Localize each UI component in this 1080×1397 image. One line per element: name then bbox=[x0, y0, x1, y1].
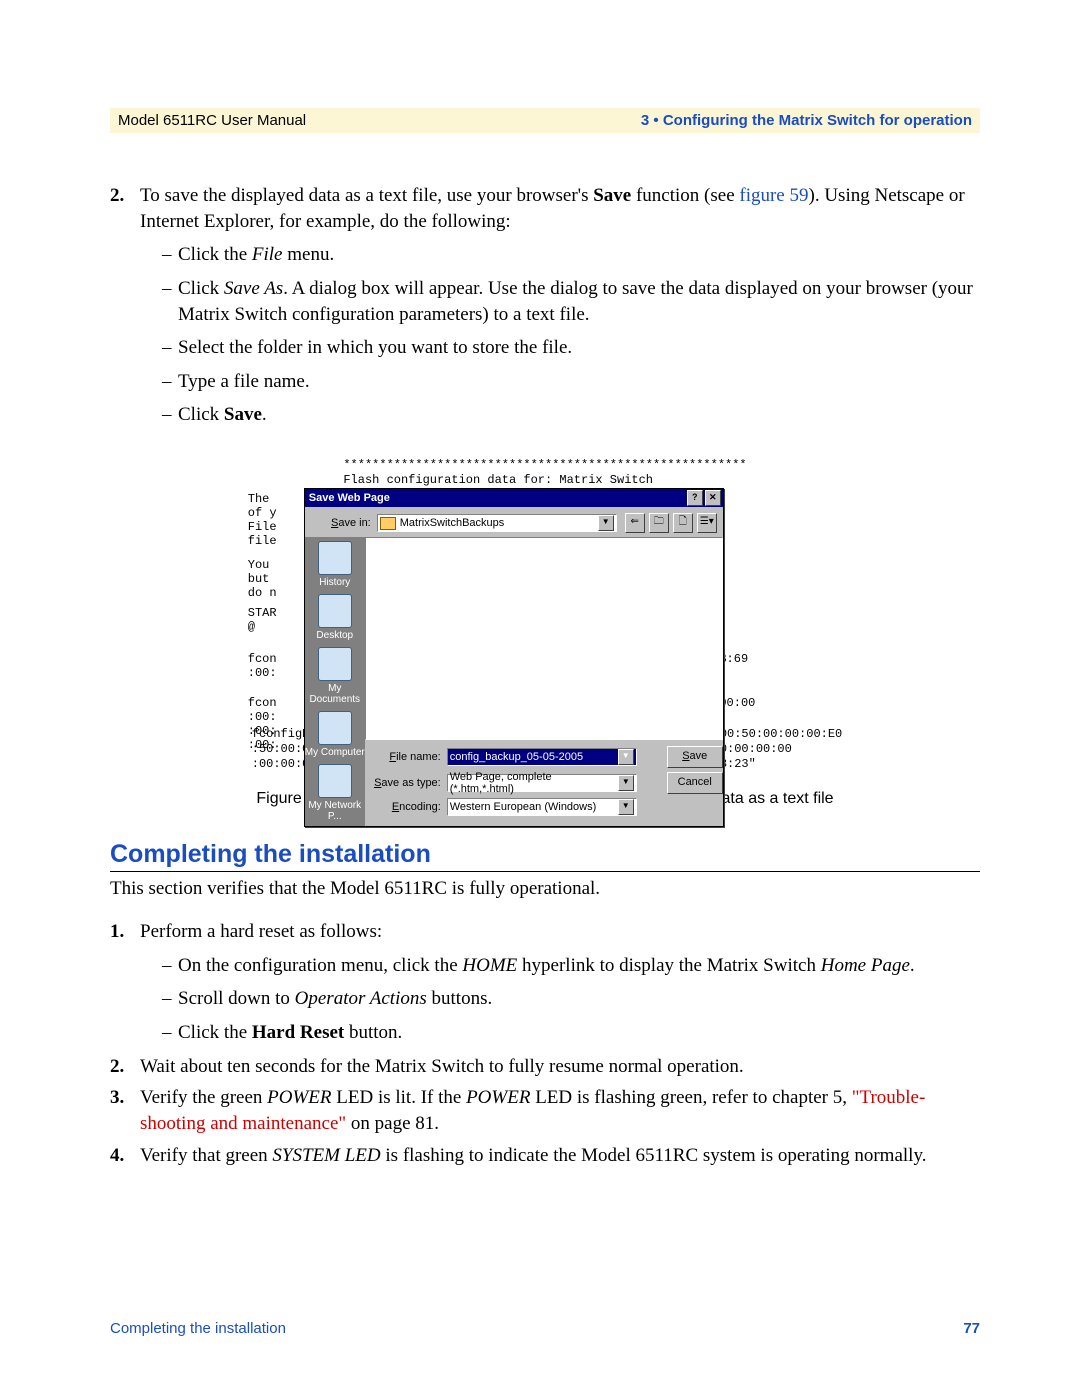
chevron-down-icon[interactable]: ▼ bbox=[618, 749, 634, 765]
bg-text: STAR bbox=[248, 606, 277, 620]
sidebar-mycomp[interactable]: My Computer bbox=[305, 711, 365, 758]
save-button[interactable]: Save bbox=[667, 746, 723, 768]
bg-text: File bbox=[248, 520, 277, 534]
bg-text: The bbox=[248, 492, 270, 506]
step-2: 2. To save the displayed data as a text … bbox=[110, 183, 980, 428]
body: 2. To save the displayed data as a text … bbox=[110, 183, 980, 428]
step2-bullet-4: Type a file name. bbox=[162, 369, 980, 395]
step2-text: To save the displayed data as a text fil… bbox=[140, 185, 965, 232]
computer-icon bbox=[318, 711, 352, 745]
sidebar-mynet[interactable]: My Network P... bbox=[305, 764, 365, 822]
help-button[interactable]: ? bbox=[687, 490, 703, 506]
bg-text: fcon bbox=[248, 696, 277, 710]
nav-up-icon[interactable]: 🗀 bbox=[649, 513, 669, 533]
step-number: 2. bbox=[110, 183, 124, 209]
s1-bullet-1: On the configuration menu, click the HOM… bbox=[162, 953, 980, 979]
bg-text: :00: bbox=[248, 666, 277, 680]
figure-59: ****************************************… bbox=[110, 458, 980, 808]
step2-bullet-5: Click Save. bbox=[162, 402, 980, 428]
chevron-down-icon[interactable]: ▼ bbox=[618, 799, 634, 815]
bg-text: :00: bbox=[248, 738, 277, 752]
sidebar-desktop[interactable]: Desktop bbox=[305, 594, 365, 641]
section-heading: Completing the installation bbox=[110, 840, 980, 872]
figure-link[interactable]: figure 59 bbox=[739, 185, 808, 206]
chevron-down-icon[interactable]: ▼ bbox=[618, 775, 634, 791]
cancel-button[interactable]: Cancel bbox=[667, 772, 723, 794]
encoding-combo[interactable]: Western European (Windows) ▼ bbox=[447, 798, 637, 816]
bg-text: :00: bbox=[248, 710, 277, 724]
step-4-completing: 4. Verify that green SYSTEM LED is flash… bbox=[110, 1143, 980, 1169]
page: Model 6511RC User Manual 3 • Configuring… bbox=[0, 0, 1080, 1397]
page-number: 77 bbox=[963, 1320, 980, 1337]
chapter-title: 3 • Configuring the Matrix Switch for op… bbox=[641, 112, 972, 129]
close-button[interactable]: ✕ bbox=[705, 490, 721, 506]
desktop-icon bbox=[318, 594, 352, 628]
save-dialog: Save Web Page ? ✕ Save in: MatrixSwitchB… bbox=[304, 488, 724, 827]
places-sidebar: History Desktop My Documents My Computer… bbox=[305, 537, 365, 826]
step2-bullet-1: Click the File menu. bbox=[162, 242, 980, 268]
section-intro: This section verifies that the Model 651… bbox=[110, 878, 980, 900]
save-in-row: Save in: MatrixSwitchBackups ▼ ⇐ 🗀 🗋 ☰▾ bbox=[305, 507, 723, 537]
bg-text: of y bbox=[248, 506, 277, 520]
s1-bullet-2: Scroll down to Operator Actions buttons. bbox=[162, 986, 980, 1012]
page-header: Model 6511RC User Manual 3 • Configuring… bbox=[110, 108, 980, 133]
nav-back-icon[interactable]: ⇐ bbox=[625, 513, 645, 533]
sidebar-history[interactable]: History bbox=[305, 541, 365, 588]
filename-input[interactable]: config_backup_05-05-2005 ▼ bbox=[447, 748, 637, 766]
save-in-combo[interactable]: MatrixSwitchBackups ▼ bbox=[377, 514, 617, 532]
bg-text: do n bbox=[248, 586, 277, 600]
step-3-completing: 3. Verify the green POWER LED is lit. If… bbox=[110, 1085, 980, 1136]
nav-views-icon[interactable]: ☰▾ bbox=[697, 513, 717, 533]
save-in-label: Save in: bbox=[311, 517, 377, 529]
saveas-label: Save as type: bbox=[371, 777, 447, 789]
step-number: 4. bbox=[110, 1143, 124, 1169]
bg-text: You bbox=[248, 558, 270, 572]
encoding-label: Encoding: bbox=[371, 801, 447, 813]
dialog-title: Save Web Page bbox=[309, 492, 390, 504]
file-list-pane[interactable] bbox=[365, 537, 723, 740]
step2-bullet-2: Click Save As. A dialog box will appear.… bbox=[162, 276, 980, 327]
footer-section: Completing the installation bbox=[110, 1320, 286, 1337]
step-1-completing: 1. Perform a hard reset as follows: On t… bbox=[110, 919, 980, 1046]
bg-text: but bbox=[248, 572, 270, 586]
figure-pre-header: ****************************************… bbox=[343, 458, 746, 488]
bg-text: :00: bbox=[248, 724, 277, 738]
step2-bullet-3: Select the folder in which you want to s… bbox=[162, 335, 980, 361]
nav-newfolder-icon[interactable]: 🗋 bbox=[673, 513, 693, 533]
page-footer: Completing the installation 77 bbox=[110, 1320, 980, 1337]
saveas-type-combo[interactable]: Web Page, complete (*.htm,*.html) ▼ bbox=[447, 774, 637, 792]
dialog-titlebar[interactable]: Save Web Page ? ✕ bbox=[305, 489, 723, 507]
bg-text: @ bbox=[248, 620, 255, 634]
folder-icon bbox=[380, 517, 396, 530]
step-2-completing: 2. Wait about ten seconds for the Matrix… bbox=[110, 1054, 980, 1080]
history-icon bbox=[318, 541, 352, 575]
filename-label: File name: bbox=[371, 751, 447, 763]
bg-text: file bbox=[248, 534, 277, 548]
documents-icon bbox=[318, 647, 352, 681]
bg-text: fcon bbox=[248, 652, 277, 666]
save-in-value: MatrixSwitchBackups bbox=[400, 517, 505, 529]
sidebar-mydocs[interactable]: My Documents bbox=[305, 647, 365, 705]
step-number: 2. bbox=[110, 1054, 124, 1080]
chevron-down-icon[interactable]: ▼ bbox=[598, 515, 614, 531]
manual-title: Model 6511RC User Manual bbox=[118, 112, 306, 129]
step-number: 3. bbox=[110, 1085, 124, 1111]
step-number: 1. bbox=[110, 919, 124, 945]
network-icon bbox=[318, 764, 352, 798]
s1-bullet-3: Click the Hard Reset button. bbox=[162, 1020, 980, 1046]
